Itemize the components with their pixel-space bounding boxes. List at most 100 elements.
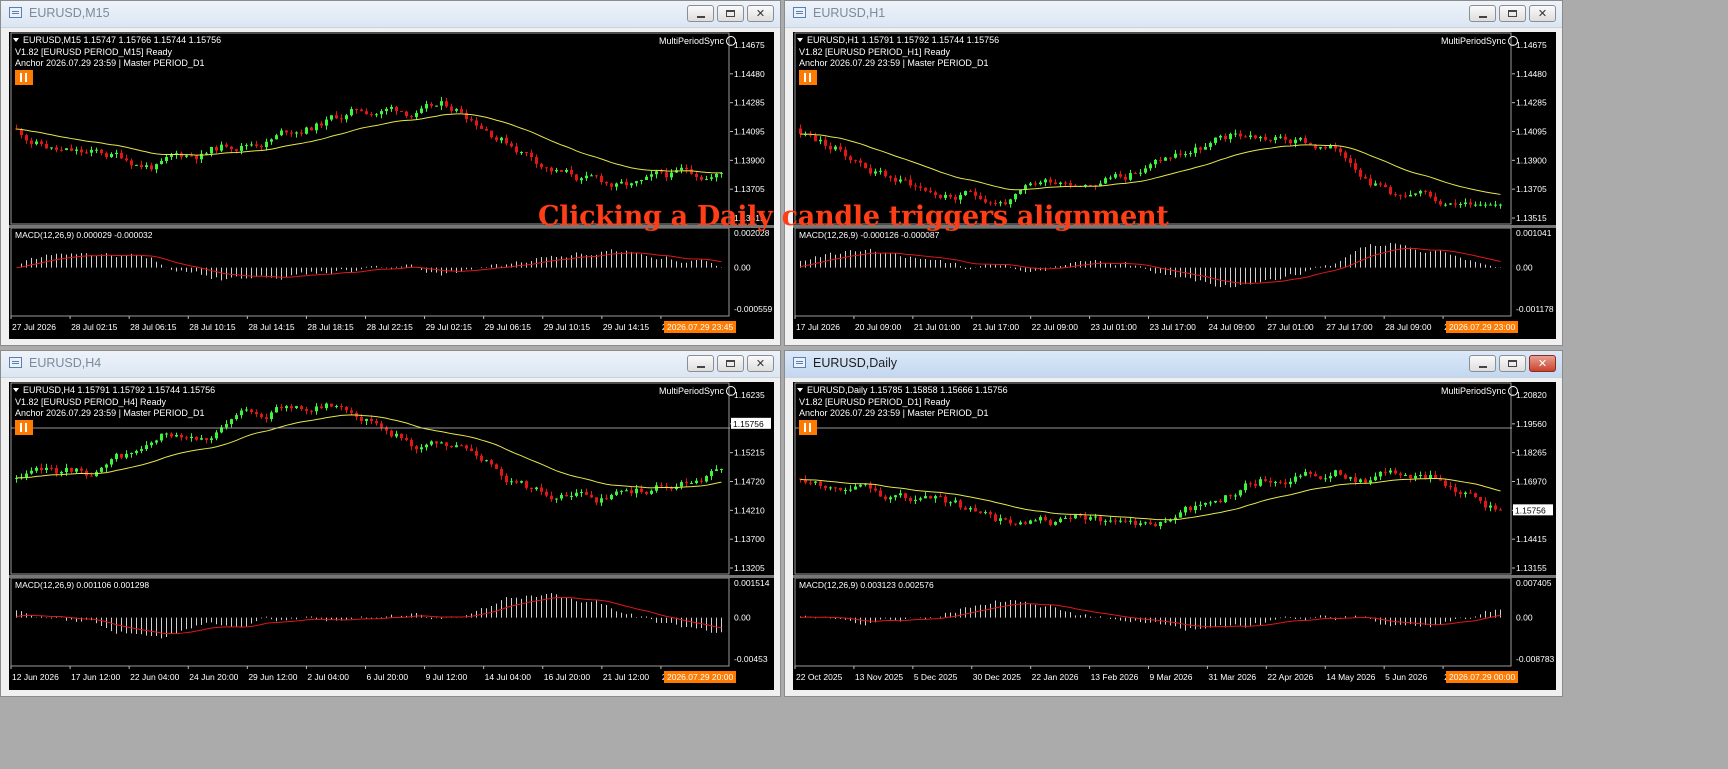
candle-body[interactable] (1144, 168, 1147, 173)
candle-body[interactable] (685, 482, 688, 484)
candle-body[interactable] (160, 161, 163, 165)
candle-body[interactable] (350, 410, 353, 413)
candle-body[interactable] (310, 127, 313, 131)
candle-body[interactable] (1344, 152, 1347, 159)
candle-body[interactable] (330, 115, 333, 120)
candle-body[interactable] (1064, 517, 1067, 519)
candle-body[interactable] (515, 481, 518, 483)
candle-body[interactable] (1004, 518, 1007, 520)
candle-body[interactable] (700, 177, 703, 180)
candle-body[interactable] (410, 439, 413, 447)
candle-body[interactable] (445, 442, 448, 446)
candle-body[interactable] (215, 146, 218, 151)
candle-body[interactable] (1184, 154, 1187, 156)
candle-body[interactable] (145, 445, 148, 450)
candle-body[interactable] (1214, 137, 1217, 144)
candle-body[interactable] (495, 137, 498, 141)
candle-body[interactable] (884, 496, 887, 500)
candle-body[interactable] (1339, 470, 1342, 475)
candle-body[interactable] (310, 410, 313, 412)
candle-body[interactable] (595, 175, 598, 177)
candle-body[interactable] (560, 494, 563, 499)
candle-body[interactable] (859, 484, 862, 487)
candle-body[interactable] (859, 160, 862, 163)
candle-body[interactable] (1494, 204, 1497, 206)
candle-body[interactable] (1214, 500, 1217, 503)
candle-body[interactable] (1039, 182, 1042, 185)
candle-body[interactable] (260, 414, 263, 418)
candle-body[interactable] (954, 500, 957, 503)
candle-body[interactable] (1264, 479, 1267, 481)
candle-body[interactable] (705, 475, 708, 482)
candle-body[interactable] (1254, 483, 1257, 486)
candle-body[interactable] (70, 148, 73, 151)
candle-body[interactable] (300, 132, 303, 134)
candle-body[interactable] (595, 497, 598, 503)
candle-body[interactable] (944, 496, 947, 503)
candle-body[interactable] (375, 114, 378, 116)
candle-body[interactable] (295, 132, 298, 134)
candle-body[interactable] (1259, 479, 1262, 486)
candle-body[interactable] (1364, 176, 1367, 179)
candle-body[interactable] (30, 470, 33, 474)
candle-body[interactable] (1024, 522, 1027, 524)
candle-body[interactable] (1374, 183, 1377, 186)
candle-body[interactable] (1399, 195, 1402, 197)
candle-body[interactable] (1334, 470, 1337, 477)
candle-body[interactable] (250, 144, 253, 146)
candle-body[interactable] (1384, 184, 1387, 188)
candle-body[interactable] (650, 174, 653, 177)
candle-body[interactable] (899, 493, 902, 496)
candle-body[interactable] (834, 487, 837, 489)
candle-body[interactable] (1094, 516, 1097, 518)
candle-body[interactable] (55, 147, 58, 150)
candle-body[interactable] (475, 451, 478, 456)
candle-body[interactable] (1254, 135, 1257, 139)
candle-body[interactable] (45, 143, 48, 149)
candle-body[interactable] (250, 409, 253, 413)
candle-body[interactable] (814, 135, 817, 142)
candle-body[interactable] (854, 160, 857, 162)
candle-body[interactable] (350, 109, 353, 116)
candle-body[interactable] (140, 449, 143, 451)
close-button[interactable]: ✕ (1529, 5, 1556, 22)
candle-body[interactable] (620, 490, 623, 492)
candle-body[interactable] (1274, 137, 1277, 141)
candle-body[interactable] (185, 437, 188, 439)
candle-body[interactable] (1494, 505, 1497, 510)
candle-body[interactable] (295, 406, 298, 409)
candle-body[interactable] (110, 459, 113, 465)
candle-body[interactable] (1469, 202, 1472, 205)
candle-body[interactable] (1484, 500, 1487, 508)
candle-body[interactable] (420, 108, 423, 113)
candle-body[interactable] (1014, 193, 1017, 200)
candle-body[interactable] (550, 167, 553, 172)
candle-body[interactable] (1059, 518, 1062, 522)
candle-body[interactable] (380, 111, 383, 115)
candle-body[interactable] (974, 191, 977, 196)
candle-body[interactable] (1154, 159, 1157, 165)
candle-body[interactable] (1279, 481, 1282, 483)
chart-canvas[interactable]: EURUSD,Daily 1.15785 1.15858 1.15666 1.1… (793, 382, 1556, 690)
candle-body[interactable] (205, 153, 208, 155)
candle-body[interactable] (515, 146, 518, 153)
candle-body[interactable] (1099, 516, 1102, 522)
chart-window-m15[interactable]: EURUSD,M15 ✕ EURUSD,M15 1.15747 1.15766 … (0, 0, 781, 346)
candle-body[interactable] (914, 185, 917, 187)
candle-body[interactable] (400, 433, 403, 439)
candle-body[interactable] (325, 403, 328, 409)
candle-body[interactable] (1144, 522, 1147, 524)
candle-body[interactable] (1229, 133, 1232, 140)
candle-body[interactable] (1239, 133, 1242, 137)
candle-body[interactable] (580, 492, 583, 494)
restore-button[interactable] (1499, 355, 1526, 372)
candle-body[interactable] (1304, 471, 1307, 476)
candle-body[interactable] (1329, 476, 1332, 479)
candle-body[interactable] (964, 507, 967, 510)
pause-button[interactable] (799, 420, 817, 435)
candle-body[interactable] (1419, 190, 1422, 194)
candle-body[interactable] (25, 135, 28, 141)
candle-body[interactable] (1134, 520, 1137, 525)
candle-body[interactable] (680, 167, 683, 171)
candle-body[interactable] (1194, 147, 1197, 154)
